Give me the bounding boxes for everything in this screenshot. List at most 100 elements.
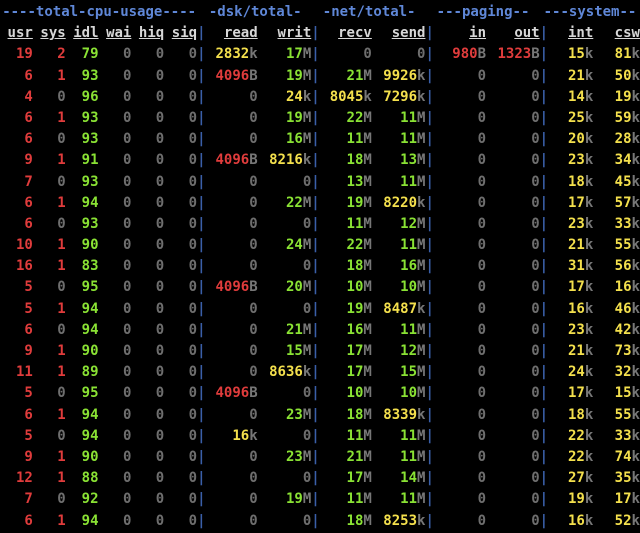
- cell-writ: 8636k: [269, 364, 312, 381]
- cell-hiq: 0: [155, 385, 165, 402]
- cell-idl: 95: [81, 279, 99, 296]
- cell-csw: 46k: [614, 300, 640, 317]
- cell-sys: 1: [57, 109, 66, 126]
- column-separator: |: [539, 25, 549, 42]
- cell-idl: 94: [81, 194, 99, 211]
- dsk-group-label: -dsk/total-: [208, 4, 302, 20]
- column-separator: |: [311, 194, 320, 211]
- column-separator: |: [539, 279, 549, 296]
- cell-in: 0: [477, 385, 487, 402]
- cell-siq: 0: [188, 491, 198, 508]
- cell-sys: 1: [57, 512, 66, 529]
- cell-writ: 0: [302, 258, 312, 275]
- cell-wai: 0: [122, 321, 132, 338]
- cell-read: 0: [249, 237, 258, 254]
- cell-recv: 11M: [346, 131, 372, 148]
- cell-wai: 0: [122, 364, 132, 381]
- column-separator: |: [425, 237, 434, 254]
- cell-csw: 74k: [614, 448, 640, 465]
- cell-send: 11M: [400, 491, 426, 508]
- cell-send: 0: [417, 46, 426, 63]
- terminal-window: ----total-cpu-usage---- -dsk/total- -net…: [0, 0, 640, 533]
- column-separator: |: [197, 173, 206, 190]
- column-separator: |: [311, 67, 320, 84]
- cell-siq: 0: [188, 152, 198, 169]
- cell-int: 17k: [568, 279, 594, 296]
- cell-out: 1323B: [497, 46, 540, 63]
- cell-usr: 4: [24, 88, 33, 105]
- column-separator: |: [197, 321, 206, 338]
- cell-idl: 94: [81, 406, 99, 423]
- cell-out: 0: [531, 109, 540, 126]
- cell-usr: 6: [24, 194, 33, 211]
- cell-out: 0: [531, 364, 540, 381]
- column-separator: |: [311, 448, 320, 465]
- cell-sys: 0: [57, 88, 66, 105]
- cell-recv: 17M: [346, 470, 372, 487]
- column-separator: |: [539, 194, 549, 211]
- cell-send: 8220k: [383, 194, 426, 211]
- cell-sys: 0: [57, 385, 66, 402]
- column-separator: |: [197, 258, 206, 275]
- cell-send: 11M: [400, 427, 426, 444]
- column-separator: |: [197, 131, 206, 148]
- cell-int: 22k: [568, 448, 594, 465]
- column-separator: |: [197, 88, 206, 105]
- column-separator: |: [539, 152, 549, 169]
- cell-read: 4096B: [215, 279, 258, 296]
- column-separator: |: [425, 258, 434, 275]
- cell-hiq: 0: [155, 470, 165, 487]
- column-separator: |: [197, 385, 206, 402]
- column-separator: |: [539, 131, 549, 148]
- cell-recv: 18M: [346, 406, 372, 423]
- cell-hiq: 0: [155, 321, 165, 338]
- column-header-idl: idl: [73, 25, 99, 42]
- cell-out: 0: [531, 427, 540, 444]
- column-header-out: out: [514, 25, 540, 42]
- cell-idl: 83: [81, 258, 99, 275]
- cell-csw: 73k: [614, 343, 640, 359]
- stats-row: 5 0 95 0 0 0 | 4096B 0 | 10M 10M | 0 0 | 17k 15k: [0, 383, 640, 404]
- cell-siq: 0: [188, 300, 198, 317]
- stats-row: 9 1 91 0 0 0 | 4096B 8216k | 18M 13M | 0 0 | 23k 34k: [0, 150, 640, 171]
- cell-siq: 0: [188, 194, 198, 211]
- cell-writ: 15M: [285, 343, 312, 359]
- column-separator: |: [311, 427, 320, 444]
- cell-hiq: 0: [155, 152, 165, 169]
- cell-csw: 52k: [614, 512, 640, 529]
- cell-out: 0: [531, 491, 540, 508]
- cell-siq: 0: [188, 321, 198, 338]
- cell-csw: 56k: [614, 258, 640, 275]
- column-separator: |: [197, 109, 206, 126]
- cell-send: 11M: [400, 131, 426, 148]
- cell-usr: 7: [24, 173, 33, 190]
- column-separator: |: [197, 343, 206, 359]
- cell-wai: 0: [122, 300, 132, 317]
- cell-siq: 0: [188, 237, 198, 254]
- cell-idl: 90: [81, 343, 99, 359]
- cell-in: 0: [477, 67, 487, 84]
- cell-in: 0: [477, 131, 487, 148]
- cell-usr: 9: [24, 448, 33, 465]
- cell-csw: 28k: [614, 131, 640, 148]
- cell-wai: 0: [122, 343, 132, 359]
- cell-wai: 0: [122, 109, 132, 126]
- column-separator: |: [425, 512, 434, 529]
- cell-send: 8253k: [383, 512, 426, 529]
- cell-csw: 19k: [614, 88, 640, 105]
- cell-send: 11M: [400, 448, 426, 465]
- group-header-row: ----total-cpu-usage---- -dsk/total- -net…: [0, 0, 640, 23]
- cell-writ: 23M: [285, 448, 312, 465]
- cell-int: 14k: [568, 88, 594, 105]
- cell-int: 16k: [568, 300, 594, 317]
- cell-csw: 16k: [614, 279, 640, 296]
- cell-in: 0: [477, 491, 487, 508]
- column-header-recv: recv: [338, 25, 372, 42]
- cell-writ: 0: [302, 512, 312, 529]
- cell-csw: 34k: [614, 152, 640, 169]
- cell-writ: 20M: [285, 279, 312, 296]
- cell-sys: 1: [57, 258, 66, 275]
- cell-idl: 95: [81, 385, 99, 402]
- column-separator: |: [197, 46, 206, 63]
- cell-usr: 16: [15, 258, 33, 275]
